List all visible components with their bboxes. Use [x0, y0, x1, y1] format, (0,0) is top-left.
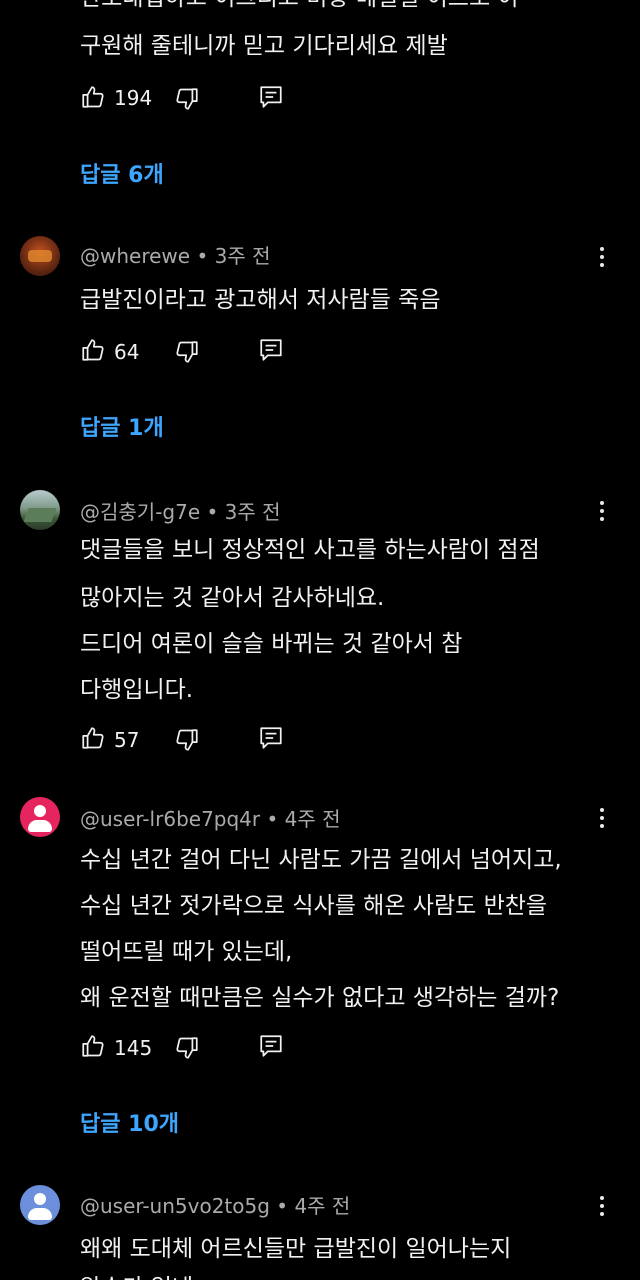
thumbs-up-icon[interactable] [80, 84, 106, 110]
thumbs-up-icon[interactable] [80, 1033, 106, 1059]
comment-body-line: 급발진이라고 광고해서 저사람들 죽음 [80, 287, 441, 313]
thumbs-up-icon[interactable] [80, 725, 106, 751]
comment-author[interactable]: @wherewe [80, 244, 190, 268]
comment-time: 3주 전 [214, 244, 271, 268]
comment-body-line: 많아지는 것 같아서 감사하네요. [80, 585, 385, 611]
comment-body-line: 왜 운전할 때만큼은 실수가 없다고 생각하는 걸까? [80, 985, 560, 1011]
comment-meta: @user-lr6be7pq4r • 4주 전 [80, 803, 341, 832]
reply-comment-icon[interactable] [258, 725, 284, 751]
avatar[interactable] [20, 236, 60, 276]
meta-separator: • [266, 807, 279, 831]
reply-comment-icon[interactable] [258, 84, 284, 110]
comments-page: 한도대접하고 이그디고 미항 메일일 이르모 이 구원해 줄테니까 믿고 기다리… [0, 0, 640, 1280]
thumbs-up-icon[interactable] [80, 337, 106, 363]
comment-body-line: 구원해 줄테니까 믿고 기다리세요 제발 [80, 33, 448, 59]
more-vertical-icon[interactable] [590, 497, 614, 527]
avatar[interactable] [20, 1185, 60, 1225]
meta-separator: • [196, 244, 209, 268]
reply-comment-icon[interactable] [258, 337, 284, 363]
comment-author[interactable]: @김충기-g7e [80, 500, 200, 524]
reply-comment-icon[interactable] [258, 1033, 284, 1059]
more-vertical-icon[interactable] [590, 1192, 614, 1222]
comment-body-line: 다행입니다. [80, 677, 194, 703]
comment-meta: @wherewe • 3주 전 [80, 240, 271, 269]
comment-meta: @김충기-g7e • 3주 전 [80, 496, 281, 525]
more-vertical-icon[interactable] [590, 804, 614, 834]
thumbs-down-icon[interactable] [174, 727, 200, 753]
avatar[interactable] [20, 797, 60, 837]
comment-body-line: 떨어뜨릴 때가 있는데, [80, 939, 293, 965]
thumbs-down-icon[interactable] [174, 1035, 200, 1061]
comment-author[interactable]: @user-un5vo2to5g [80, 1194, 270, 1218]
comment-body-line: 수십 년간 젓가락으로 식사를 해온 사람도 반찬을 [80, 893, 548, 919]
thumbs-down-icon[interactable] [174, 339, 200, 365]
comment-author[interactable]: @user-lr6be7pq4r [80, 807, 260, 831]
like-count: 64 [114, 340, 140, 364]
like-count: 57 [114, 728, 140, 752]
comment-body-line: 댓글들을 보니 정상적인 사고를 하는사람이 점점 [80, 537, 540, 563]
like-count: 145 [114, 1036, 153, 1060]
meta-separator: • [206, 500, 219, 524]
comment-time: 4주 전 [284, 807, 341, 831]
view-replies-link[interactable]: 답글 1개 [80, 410, 164, 442]
view-replies-link[interactable]: 답글 10개 [80, 1106, 179, 1138]
comment-time: 3주 전 [224, 500, 281, 524]
view-replies-link[interactable]: 답글 6개 [80, 157, 164, 189]
comment-body-line: 드디어 여론이 슬슬 바뀌는 것 같아서 참 [80, 631, 463, 657]
comment-body-line: 알수가 없네 [80, 1268, 193, 1280]
comment-body-line: 한도대접하고 이그디고 미항 메일일 이르모 이 [80, 0, 519, 12]
comment-meta: @user-un5vo2to5g • 4주 전 [80, 1190, 350, 1219]
thumbs-down-icon[interactable] [174, 86, 200, 112]
avatar[interactable] [20, 490, 60, 530]
comment-body-line: 수십 년간 걸어 다닌 사람도 가끔 길에서 넘어지고, [80, 847, 562, 873]
more-vertical-icon[interactable] [590, 243, 614, 273]
meta-separator: • [276, 1194, 289, 1218]
comment-time: 4주 전 [294, 1194, 351, 1218]
comment-body-line: 왜왜 도대체 어르신들만 급발진이 일어나는지 [80, 1236, 512, 1262]
like-count: 194 [114, 86, 153, 110]
